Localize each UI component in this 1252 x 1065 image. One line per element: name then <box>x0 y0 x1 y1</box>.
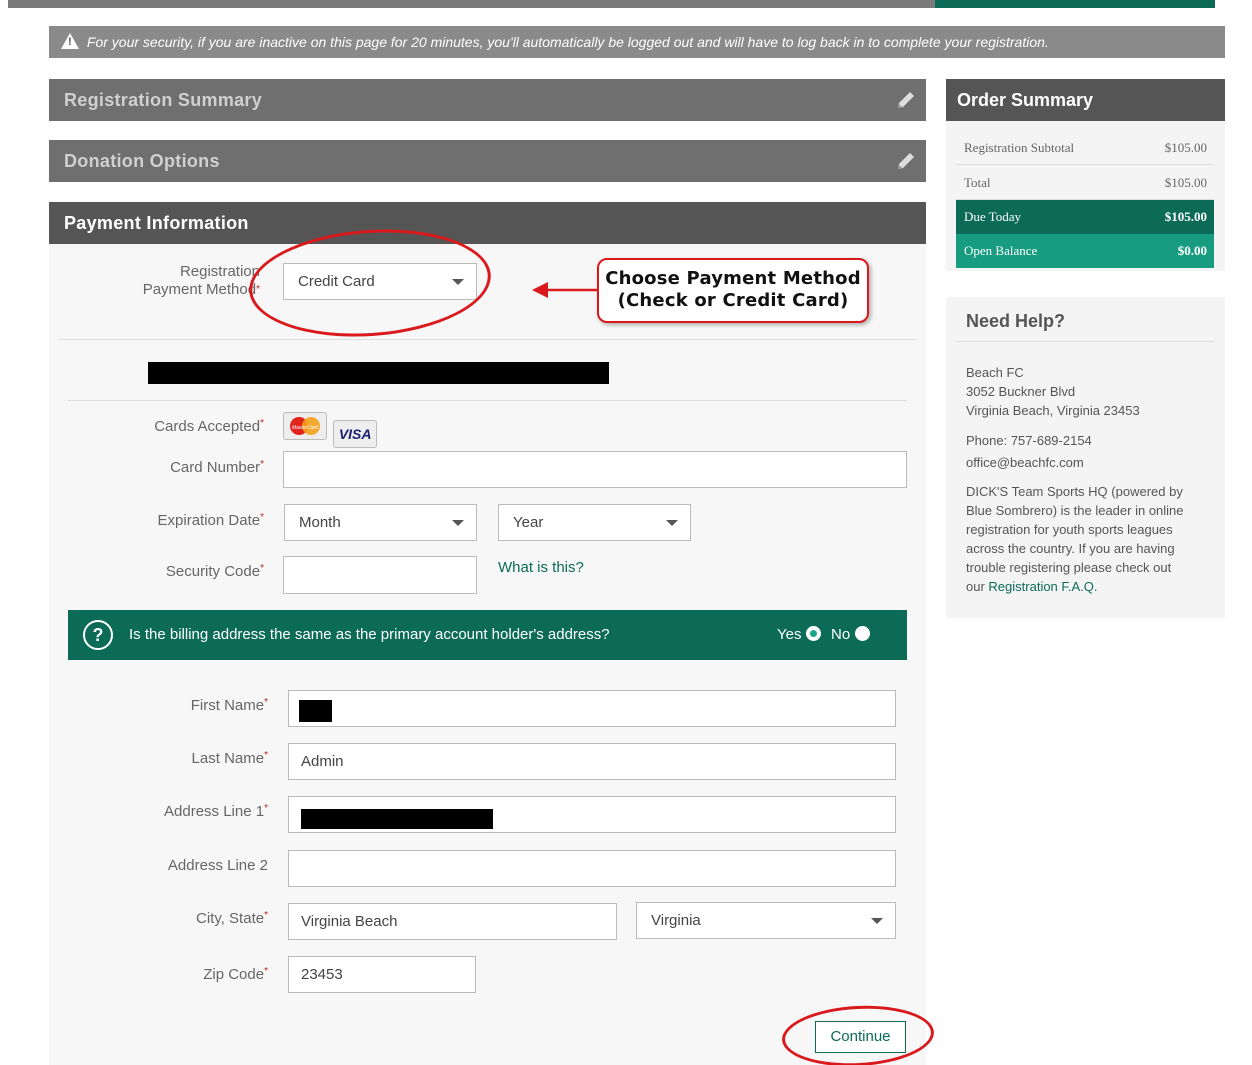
section-payment-information: Payment Information <box>49 202 926 244</box>
redacted-text <box>148 362 609 384</box>
help-description: DICK'S Team Sports HQ (powered by Blue S… <box>966 482 1206 596</box>
svg-text:MasterCard: MasterCard <box>292 425 318 431</box>
section-donation-options[interactable]: Donation Options <box>49 140 926 182</box>
order-row-subtotal: Registration Subtotal $105.00 <box>956 131 1214 165</box>
security-notice: For your security, if you are inactive o… <box>49 26 1225 58</box>
help-address: Beach FC 3052 Buckner Blvd Virginia Beac… <box>966 363 1206 420</box>
expiration-date-label: Expiration Date* <box>157 512 264 529</box>
order-row-amount: $105.00 <box>1164 175 1207 190</box>
redacted-text <box>301 809 493 829</box>
last-name-label: Last Name* <box>191 750 268 767</box>
help-question-icon: ? <box>83 620 113 650</box>
annotation-arrow-icon <box>532 282 598 298</box>
help-title: Need Help? <box>966 311 1066 331</box>
security-code-input[interactable] <box>283 556 477 594</box>
annotation-callout: Choose Payment Method (Check or Credit C… <box>597 258 869 323</box>
billing-no-option[interactable]: No <box>831 610 871 660</box>
last-name-input[interactable]: Admin <box>288 743 896 780</box>
payment-method-label: Registration Payment Method* <box>100 263 260 299</box>
expiration-month-select[interactable]: Month <box>284 504 477 541</box>
first-name-label: First Name* <box>190 697 268 714</box>
zip-code-input[interactable]: 23453 <box>288 956 476 993</box>
billing-question-text: Is the billing address the same as the p… <box>129 626 610 643</box>
billing-yes-option[interactable]: Yes <box>777 610 822 660</box>
mastercard-icon: MasterCard <box>283 412 327 440</box>
order-summary-title: Order Summary <box>946 79 1225 121</box>
top-progress-bar-active <box>935 0 1215 8</box>
order-row-label: Total <box>964 175 991 190</box>
order-row-amount: $105.00 <box>1164 140 1207 155</box>
help-desc-line: our Registration F.A.Q. <box>966 577 1206 596</box>
help-phone: Phone: 757-689-2154 <box>966 433 1092 448</box>
card-number-label: Card Number* <box>170 459 264 476</box>
radio-yes[interactable] <box>806 626 822 641</box>
order-row-label: Open Balance <box>964 243 1038 258</box>
help-email-link[interactable]: office@beachfc.com <box>966 453 1206 472</box>
city-state-label: City, State* <box>196 910 268 927</box>
order-row-total: Total $105.00 <box>956 166 1214 200</box>
top-progress-bar <box>8 0 935 8</box>
pencil-edit-icon[interactable] <box>896 90 916 110</box>
radio-no[interactable] <box>855 626 871 641</box>
divider <box>956 341 1215 342</box>
address-line-1-input[interactable] <box>288 796 896 833</box>
chevron-down-icon <box>452 520 464 526</box>
cards-accepted-label: Cards Accepted* <box>154 418 264 435</box>
security-notice-text: For your security, if you are inactive o… <box>86 34 1049 50</box>
visa-icon: VISA <box>333 420 378 448</box>
cards-accepted: MasterCard VISA <box>283 412 378 448</box>
security-code-label: Security Code* <box>165 563 264 580</box>
redacted-text <box>299 700 332 722</box>
callout-line: Choose Payment Method <box>605 268 861 289</box>
zip-code-label: Zip Code* <box>203 966 268 983</box>
order-row-due-today: Due Today $105.00 <box>956 200 1214 234</box>
billing-address-question: ? Is the billing address the same as the… <box>68 610 907 660</box>
pencil-edit-icon[interactable] <box>896 151 916 171</box>
warning-icon <box>61 33 79 49</box>
order-row-label: Due Today <box>964 209 1021 224</box>
radio-label: Yes <box>777 626 802 643</box>
address-line-2-input[interactable] <box>288 850 896 887</box>
section-title: Donation Options <box>64 151 220 171</box>
section-title: Registration Summary <box>64 90 263 110</box>
city-input[interactable]: Virginia Beach <box>288 903 617 940</box>
section-registration-summary[interactable]: Registration Summary <box>49 79 926 121</box>
order-row-amount: $105.00 <box>1164 209 1207 224</box>
address-line-2-label: Address Line 2 <box>167 857 268 874</box>
select-value: Virginia <box>651 912 701 929</box>
help-city: Virginia Beach, Virginia 23453 <box>966 403 1140 418</box>
select-value: Month <box>299 514 341 531</box>
label-line: Payment Method* <box>142 281 260 298</box>
help-desc-line: DICK'S Team Sports HQ (powered by <box>966 484 1183 499</box>
first-name-input[interactable] <box>288 690 896 727</box>
help-desc-line: registration for youth sports leagues <box>966 522 1173 537</box>
divider <box>68 400 907 401</box>
help-org: Beach FC <box>966 365 1024 380</box>
select-value: Year <box>513 514 544 531</box>
divider <box>59 339 916 340</box>
label-line: Registration <box>179 263 260 280</box>
help-street: 3052 Buckner Blvd <box>966 384 1076 399</box>
radio-label: No <box>831 626 851 643</box>
chevron-down-icon <box>666 520 678 526</box>
chevron-down-icon <box>871 918 883 924</box>
what-is-this-link[interactable]: What is this? <box>498 559 584 576</box>
help-our: our <box>966 579 985 594</box>
state-select[interactable]: Virginia <box>636 902 896 939</box>
help-desc-line: Blue Sombrero) is the leader in online <box>966 503 1184 518</box>
address-line-1-label: Address Line 1* <box>164 803 268 820</box>
order-row-label: Registration Subtotal <box>964 140 1075 155</box>
order-row-amount: $0.00 <box>1177 243 1207 258</box>
card-number-input[interactable] <box>283 451 907 488</box>
order-row-open-balance: Open Balance $0.00 <box>956 234 1214 268</box>
faq-link[interactable]: Registration F.A.Q. <box>988 579 1097 594</box>
callout-line: (Check or Credit Card) <box>617 290 849 311</box>
help-desc-line: trouble registering please check out <box>966 560 1172 575</box>
expiration-year-select[interactable]: Year <box>498 504 691 541</box>
section-title: Payment Information <box>64 213 249 233</box>
help-desc-line: across the country. If you are having <box>966 541 1175 556</box>
